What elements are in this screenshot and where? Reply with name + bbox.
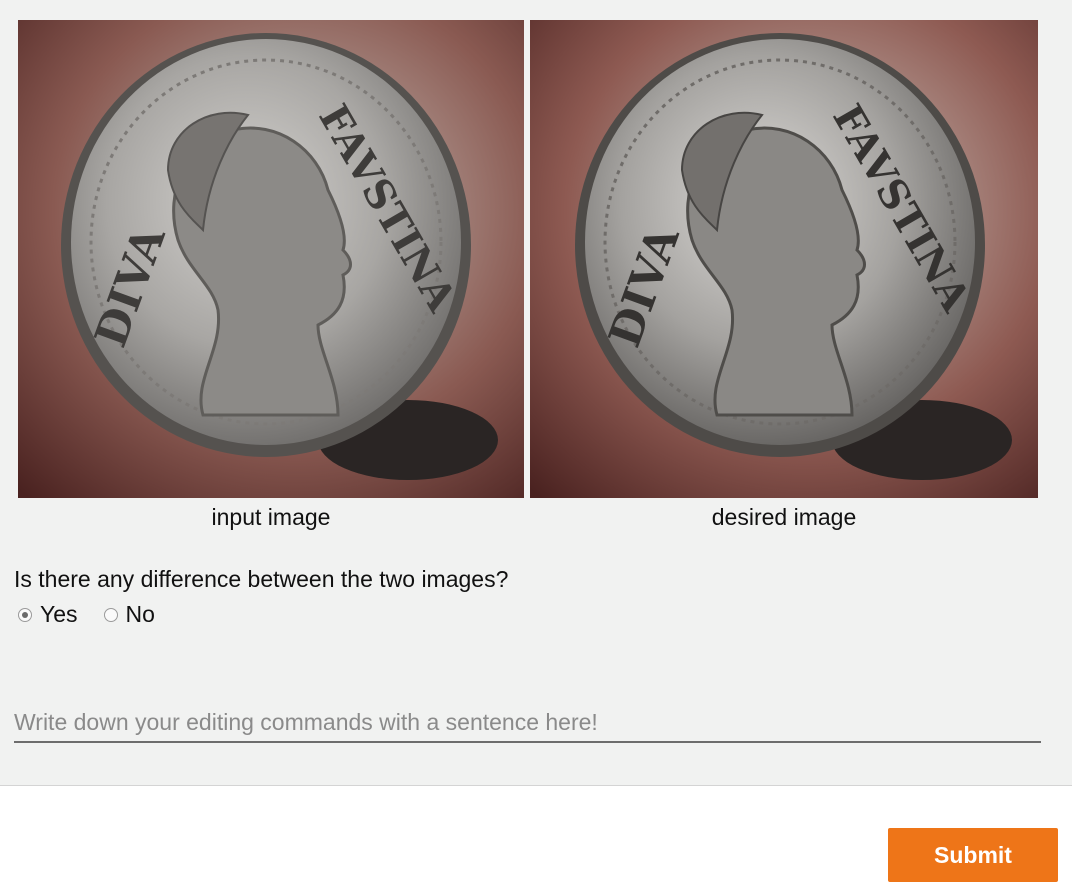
radio-yes-button[interactable]: [18, 607, 32, 622]
task-panel: DIVA FAVSTINA DIVA FAVSTINA input image …: [0, 0, 1072, 786]
difference-question: Is there any difference between the two …: [14, 566, 509, 592]
input-image: DIVA FAVSTINA: [18, 20, 524, 498]
submit-button[interactable]: Submit: [888, 828, 1058, 882]
coin-photo-input: DIVA FAVSTINA: [18, 20, 524, 498]
desired-image-caption: desired image: [711, 504, 857, 530]
radio-no-button[interactable]: [103, 607, 118, 622]
radio-yes-label: Yes: [40, 601, 78, 627]
editing-command-input[interactable]: [14, 703, 1041, 743]
coin-photo-desired: DIVA FAVSTINA: [530, 20, 1038, 498]
radio-option-yes[interactable]: Yes: [18, 601, 78, 628]
input-image-caption: input image: [211, 504, 331, 530]
difference-radio-group: Yes No: [18, 601, 181, 628]
radio-option-no[interactable]: No: [103, 601, 155, 628]
desired-image: DIVA FAVSTINA: [530, 20, 1038, 498]
radio-no-label: No: [125, 601, 155, 627]
